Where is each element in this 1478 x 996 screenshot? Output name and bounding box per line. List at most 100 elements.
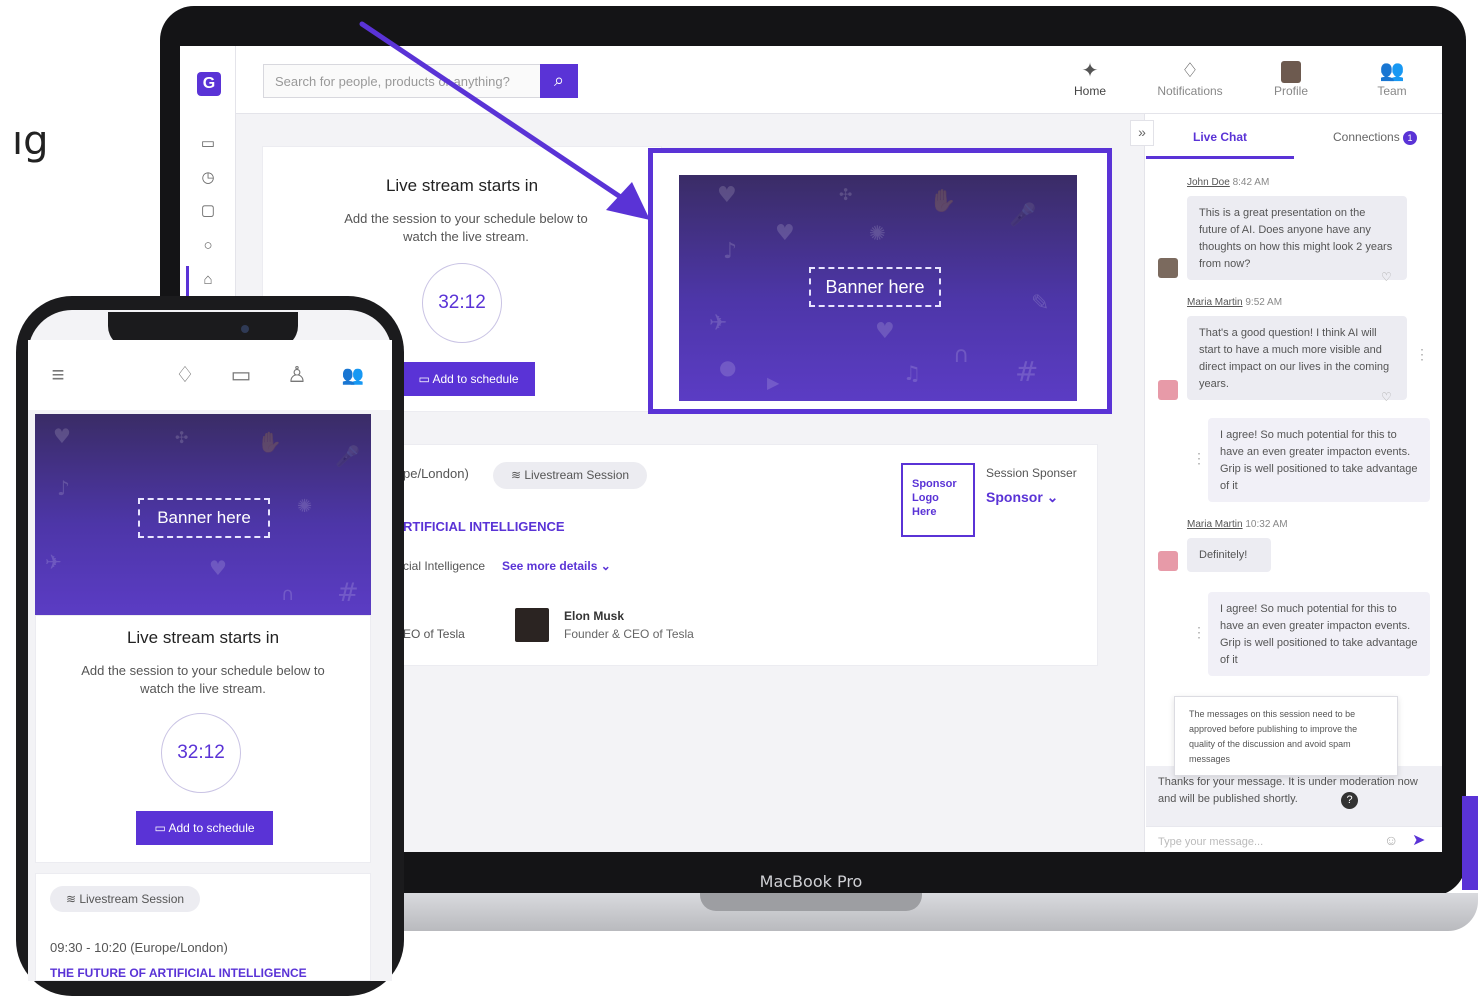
rail-active-indicator [186, 266, 189, 296]
wifi-icon: ≋ [65, 892, 80, 906]
tab-connections-label: Connections [1333, 130, 1400, 144]
avatar [1281, 60, 1301, 83]
calendar-icon: ▭ [154, 821, 169, 835]
react-icon[interactable]: ♡ [1381, 270, 1392, 284]
hamburger-menu-icon[interactable]: ≡ [43, 360, 73, 390]
phone-session-title[interactable]: THE FUTURE OF ARTIFICIAL INTELLIGENCE [50, 966, 307, 980]
handshake-icon: ✦ [1081, 60, 1099, 82]
sponsor-logo-placeholder[interactable]: Sponsor Logo Here [901, 463, 975, 537]
more-options-icon[interactable]: ⋮ [1415, 346, 1429, 363]
phone-banner[interactable]: ♥ ✣ ✋ 🎤 ♪ ✺ ✈ ♥ ∩ # Banner here [35, 414, 371, 615]
heart-icon: ♥ [53, 424, 71, 448]
more-options-icon[interactable]: ⋮ [1192, 450, 1206, 467]
team-icon[interactable]: 👥 [338, 360, 368, 390]
message-author[interactable]: Maria Martin [1187, 519, 1243, 530]
message-input[interactable]: Type your message... [1158, 836, 1263, 848]
clock-icon[interactable]: ○ [198, 236, 218, 256]
chat-alert-icon[interactable]: ▢ [198, 201, 218, 221]
edge-accent [1462, 796, 1478, 890]
nav-home-label: Home [1073, 84, 1106, 98]
calendar-icon: ▭ [418, 372, 433, 386]
heart-icon: ♥ [717, 183, 737, 208]
phone-add-to-schedule-label: Add to schedule [168, 821, 255, 835]
play-icon: ▶ [767, 373, 780, 392]
nav-team[interactable]: 👥 Team [1352, 58, 1432, 98]
message-time: 9:52 AM [1245, 297, 1283, 308]
moderation-tooltip: The messages on this session need to be … [1174, 696, 1398, 776]
phone-livestream-chip: ≋ Livestream Session [50, 886, 200, 912]
cut-off-heading: ıg [12, 118, 49, 164]
laptop-banner[interactable]: ♥ ✣ ✋ 🎤 ♪ ♥ ✺ ✎ ✈ ♥ ● ▶ ♫ ∩ # Banner her… [679, 175, 1077, 401]
emoji-icon[interactable]: ☺ [1384, 832, 1398, 848]
user-icon[interactable]: ♙ [282, 360, 312, 390]
pin-icon: ✎ [1031, 291, 1050, 316]
nav-notifications[interactable]: ♢ Notifications [1150, 58, 1230, 98]
nav-team-label: Team [1377, 84, 1407, 98]
pointer-arrow [359, 21, 650, 220]
see-more-details-link[interactable]: See more details ⌄ [502, 559, 611, 573]
heart-icon: ♥ [209, 556, 227, 580]
add-to-schedule-button[interactable]: ▭ Add to schedule [402, 362, 535, 396]
speaker-title: Founder & CEO of Tesla [564, 627, 694, 641]
sponsor-dropdown[interactable]: Sponsor ⌄ [986, 489, 1058, 506]
music-note-icon: ♪ [723, 239, 738, 264]
phone-countdown-timer: 32:12 [161, 713, 241, 793]
hashtag-icon: # [1015, 355, 1039, 388]
headphones-icon: ∩ [281, 584, 295, 605]
avatar[interactable] [1158, 380, 1178, 400]
laptop-model-label: MacBook Pro [759, 872, 863, 891]
building-icon[interactable]: ⌂ [198, 270, 218, 290]
chat-icon[interactable]: ▭ [226, 360, 256, 390]
heart-icon: ♥ [875, 319, 895, 344]
speaker-role: EO of Tesla [403, 627, 465, 641]
team-icon: 👥 [1379, 60, 1405, 82]
tab-live-chat[interactable]: Live Chat [1193, 130, 1247, 144]
more-options-icon[interactable]: ⋮ [1192, 624, 1206, 641]
music-note-icon: ♪ [57, 476, 70, 500]
moderation-notice: Thanks for your message. It is under mod… [1158, 776, 1418, 805]
tab-active-underline [1146, 156, 1294, 159]
nav-notifications-label: Notifications [1157, 84, 1223, 98]
speaker-name[interactable]: Elon Musk [564, 609, 624, 623]
hand-icon: ✋ [257, 430, 282, 454]
speaker-avatar[interactable] [515, 608, 549, 642]
add-to-schedule-label: Add to schedule [432, 372, 519, 386]
phone-live-title: Live stream starts in [126, 628, 280, 647]
hand-icon: ✋ [929, 189, 957, 214]
react-icon[interactable]: ♡ [1381, 390, 1392, 404]
banner-placeholder-label: Banner here [138, 498, 270, 538]
bell-icon: ♢ [1181, 60, 1199, 82]
help-icon[interactable]: ? [1341, 792, 1358, 809]
countdown-timer: 32:12 [422, 263, 502, 343]
phone-camera [241, 325, 249, 333]
session-title[interactable]: RTIFICIAL INTELLIGENCE [403, 519, 565, 534]
message-author[interactable]: Maria Martin [1187, 297, 1243, 308]
calendar-clock-icon[interactable]: ◷ [198, 168, 218, 188]
microphone-icon: 🎤 [335, 444, 360, 468]
own-chat-message: I agree! So much potential for this to h… [1208, 592, 1430, 676]
headphones-icon: ∩ [953, 343, 970, 368]
phone-live-subtitle: Add the session to your schedule below t… [81, 663, 325, 696]
collapse-panel-button[interactable]: » [1130, 120, 1154, 146]
calendar-icon[interactable]: ▭ [198, 134, 218, 154]
nav-profile[interactable]: Profile [1251, 58, 1331, 98]
music-note-icon: ♫ [903, 361, 921, 385]
heart-icon: ♥ [775, 221, 795, 246]
speaker-icon: ✣ [839, 185, 853, 204]
message-author[interactable]: John Doe [1187, 177, 1230, 188]
phone-add-to-schedule-button[interactable]: ▭ Add to schedule [136, 811, 273, 845]
laptop-hinge-notch [700, 893, 922, 911]
banner-placeholder-label: Banner here [809, 267, 941, 307]
send-icon[interactable]: ➤ [1412, 830, 1425, 850]
wifi-icon: ≋ [510, 468, 525, 482]
nav-home[interactable]: ✦ Home [1050, 58, 1130, 98]
bell-icon[interactable]: ♢ [170, 360, 200, 390]
message-time: 10:32 AM [1245, 519, 1288, 530]
tab-connections[interactable]: Connections 1 [1333, 130, 1418, 145]
app-logo[interactable]: G [197, 72, 221, 96]
livestream-chip: ≋ Livestream Session [493, 462, 647, 489]
connections-badge: 1 [1403, 131, 1418, 145]
avatar[interactable] [1158, 551, 1178, 571]
avatar[interactable] [1158, 258, 1178, 278]
message-meta: John Doe 8:42 AM [1187, 177, 1269, 188]
